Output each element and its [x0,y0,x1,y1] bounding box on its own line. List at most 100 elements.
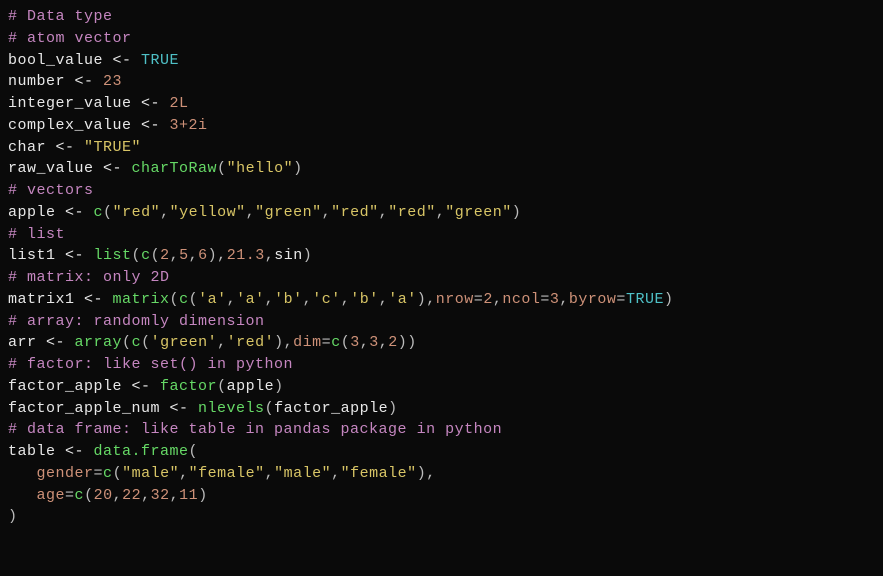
token-kw: TRUE [141,52,179,69]
token-str: "female" [341,465,417,482]
token-arg: dim [293,334,322,351]
token-num: 32 [151,487,170,504]
token-p: ), [417,291,436,308]
token-op: <- [75,73,104,90]
token-p: , [322,204,332,221]
token-p: ( [132,247,142,264]
code-line[interactable]: # atom vector [8,28,875,50]
token-p: = [474,291,484,308]
token-p: , [436,204,446,221]
token-id: factor_apple [8,378,132,395]
token-op: <- [170,400,199,417]
code-line[interactable]: # list [8,224,875,246]
code-line[interactable]: matrix1 <- matrix(c('a','a','b','c','b',… [8,289,875,311]
token-num: 3 [350,334,360,351]
token-str: "TRUE" [84,139,141,156]
token-p: ) [664,291,674,308]
token-str: 'red' [227,334,275,351]
token-op: <- [141,117,170,134]
code-line[interactable]: arr <- array(c('green','red'),dim=c(3,3,… [8,332,875,354]
token-p: , [493,291,503,308]
code-line[interactable]: factor_apple <- factor(apple) [8,376,875,398]
token-id: apple [227,378,275,395]
token-p: ) [293,160,303,177]
code-line[interactable]: list1 <- list(c(2,5,6),21.3,sin) [8,245,875,267]
token-str: "male" [122,465,179,482]
code-line[interactable]: # data frame: like table in pandas packa… [8,419,875,441]
token-id: arr [8,334,46,351]
token-p: ( [217,160,227,177]
token-num: 2L [170,95,189,112]
token-p: ( [103,204,113,221]
token-str: 'green' [151,334,218,351]
token-id: apple [8,204,65,221]
token-arg: nrow [436,291,474,308]
token-op: <- [132,378,161,395]
code-line[interactable]: age=c(20,22,32,11) [8,485,875,507]
code-line[interactable]: raw_value <- charToRaw("hello") [8,158,875,180]
token-p: ) [512,204,522,221]
token-p: = [616,291,626,308]
code-editor[interactable]: # Data type# atom vectorbool_value <- TR… [8,6,875,528]
token-p: , [179,465,189,482]
token-p: ) [388,400,398,417]
token-p: )) [398,334,417,351]
token-p: ( [217,378,227,395]
code-line[interactable]: complex_value <- 3+2i [8,115,875,137]
code-line[interactable]: number <- 23 [8,71,875,93]
code-line[interactable]: integer_value <- 2L [8,93,875,115]
code-line[interactable]: table <- data.frame( [8,441,875,463]
token-num: 11 [179,487,198,504]
token-p: , [265,291,275,308]
token-p: , [331,465,341,482]
token-str: "red" [388,204,436,221]
token-p: , [379,291,389,308]
code-line[interactable]: factor_apple_num <- nlevels(factor_apple… [8,398,875,420]
token-op: <- [141,95,170,112]
code-line[interactable]: # Data type [8,6,875,28]
token-str: 'b' [274,291,303,308]
token-p: , [227,291,237,308]
token-p: ( [341,334,351,351]
code-line[interactable]: # array: randomly dimension [8,311,875,333]
token-id: char [8,139,56,156]
code-line[interactable]: bool_value <- TRUE [8,50,875,72]
token-p: = [322,334,332,351]
code-line[interactable]: # matrix: only 2D [8,267,875,289]
token-p: = [540,291,550,308]
token-p: , [303,291,313,308]
token-p: , [160,204,170,221]
token-str: "male" [274,465,331,482]
token-str: "yellow" [170,204,246,221]
token-p: , [189,247,199,264]
token-p: , [559,291,569,308]
token-id: table [8,443,65,460]
token-p: ), [274,334,293,351]
token-str: 'b' [350,291,379,308]
code-line[interactable]: gender=c("male","female","male","female"… [8,463,875,485]
token-p: , [113,487,123,504]
code-line[interactable]: # factor: like set() in python [8,354,875,376]
token-p: ) [274,378,284,395]
code-line[interactable]: char <- "TRUE" [8,137,875,159]
token-str: "hello" [227,160,294,177]
token-num: 21.3 [227,247,265,264]
code-line[interactable]: # vectors [8,180,875,202]
token-p: ( [84,487,94,504]
token-id [8,465,37,482]
token-cmt: # list [8,226,65,243]
token-p: ), [208,247,227,264]
token-p: = [65,487,75,504]
code-line[interactable]: apple <- c("red","yellow","green","red",… [8,202,875,224]
token-fn: c [141,247,151,264]
code-line[interactable]: ) [8,506,875,528]
token-fn: matrix [113,291,170,308]
token-id: raw_value [8,160,103,177]
token-fn: c [94,204,104,221]
token-str: 'a' [388,291,417,308]
token-str: "green" [255,204,322,221]
token-op: <- [103,160,132,177]
token-num: 2 [483,291,493,308]
token-op: <- [65,204,94,221]
token-p: ( [141,334,151,351]
